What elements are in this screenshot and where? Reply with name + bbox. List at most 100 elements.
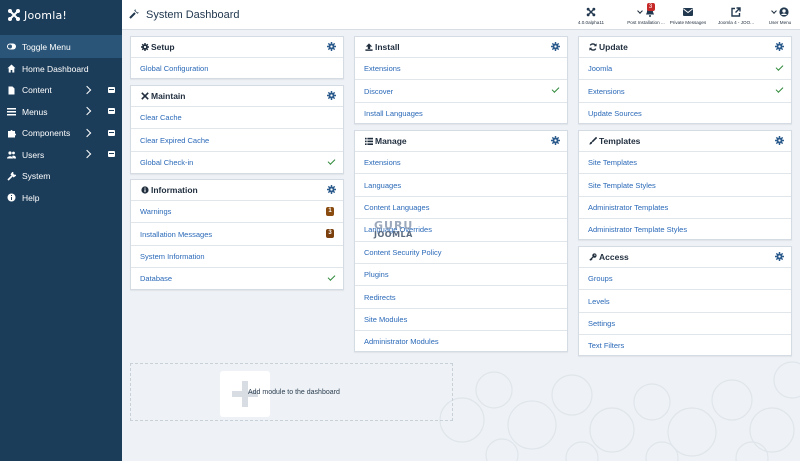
list-item[interactable]: Global Check-in: [131, 150, 343, 173]
gear-icon[interactable]: [551, 42, 560, 51]
sidebar-item-content[interactable]: Content: [0, 80, 122, 102]
private-messages-button[interactable]: Private Messages: [661, 6, 715, 25]
link-label: Discover: [364, 86, 394, 96]
chevron-right-icon[interactable]: [82, 149, 92, 159]
watermark-logo: GURU JOOMLA: [374, 219, 428, 241]
gear-icon[interactable]: [775, 42, 784, 51]
card-setup: Setup Global Configuration: [130, 36, 344, 79]
list-item[interactable]: System Information: [131, 244, 343, 267]
card-header: Install: [355, 37, 567, 57]
list-item[interactable]: Extensions: [579, 79, 791, 101]
link-label: Levels: [588, 296, 610, 306]
header-button-label: 4.0.0alpha11: [577, 20, 605, 25]
sidebar-item-home-dashboard[interactable]: Home Dashboard: [0, 58, 122, 80]
user-menu-button[interactable]: User Menu: [753, 6, 800, 25]
sidebar-item-label: Components: [22, 128, 71, 139]
link-label: Content Languages: [364, 202, 430, 212]
sidebar-item-label: Menus: [22, 106, 48, 117]
link-label: Extensions: [588, 86, 625, 96]
list-item[interactable]: Discover: [355, 79, 567, 101]
list-item[interactable]: Languages: [355, 173, 567, 195]
dashboard-icon[interactable]: [108, 129, 115, 136]
chevron-right-icon[interactable]: [82, 128, 92, 137]
card-update: Update Joomla Extensions Update Sources: [578, 36, 792, 124]
dashboard-icon[interactable]: [108, 108, 115, 114]
list-item[interactable]: Site Templates: [579, 151, 791, 173]
watermark-line: GURU: [374, 219, 414, 232]
dashboard-icon[interactable]: [108, 151, 115, 157]
list-item[interactable]: Global Configuration: [131, 57, 343, 79]
card-title: Templates: [599, 136, 641, 146]
add-module-dropzone[interactable]: Add module to the dashboard: [130, 363, 453, 421]
list-item[interactable]: Clear Expired Cache: [131, 128, 343, 150]
link-label: Administrator Modules: [364, 337, 439, 347]
list-item[interactable]: Levels: [579, 289, 791, 311]
installation-count-badge: 3: [326, 229, 334, 239]
sidebar-item-menus[interactable]: Menus: [0, 101, 122, 123]
sidebar-item-system[interactable]: System: [0, 166, 122, 188]
sidebar-item-label: Toggle Menu: [22, 41, 71, 52]
check-icon: [551, 85, 560, 94]
list-item[interactable]: Administrator Templates: [579, 195, 791, 218]
sidebar-item-toggle-menu[interactable]: Toggle Menu: [0, 35, 122, 58]
list-item[interactable]: Administrator Template Styles: [579, 218, 791, 240]
gear-icon[interactable]: [327, 42, 336, 51]
link-label: Extensions: [364, 158, 401, 168]
check-icon: [327, 273, 336, 282]
list-item[interactable]: Redirects: [355, 285, 567, 307]
external-link-icon: [731, 6, 741, 17]
link-label: Administrator Template Styles: [588, 225, 688, 235]
users-icon: [7, 150, 16, 159]
chevron-right-icon[interactable]: [82, 106, 92, 116]
list-item[interactable]: Extensions: [355, 151, 567, 173]
header-button-label: Private Messages: [669, 20, 707, 25]
card-title: Access: [599, 252, 629, 262]
dashboard-icon[interactable]: [108, 86, 115, 93]
user-icon: [770, 6, 789, 17]
gear-icon[interactable]: [327, 185, 336, 194]
list-item[interactable]: Text Filters: [579, 334, 791, 356]
sidebar-item-users[interactable]: Users: [0, 144, 122, 166]
link-label: Clear Cache: [140, 113, 182, 123]
list-item[interactable]: Content Languages: [355, 195, 567, 218]
list-item[interactable]: Extensions: [355, 57, 567, 79]
list-item[interactable]: Joomla: [579, 57, 791, 79]
list-item[interactable]: Install Languages: [355, 101, 567, 124]
link-label: Administrator Templates: [588, 202, 669, 212]
link-label: Languages: [364, 180, 402, 190]
list-item[interactable]: Groups: [579, 267, 791, 289]
card-title: Maintain: [151, 91, 186, 101]
home-icon: [7, 64, 16, 73]
brand[interactable]: Joomla!: [0, 0, 122, 30]
sidebar-item-components[interactable]: Components: [0, 123, 122, 145]
card-information: Information Warnings 1 Installation Messa…: [130, 179, 344, 290]
header-button-label: User Menu: [768, 20, 792, 25]
list-item[interactable]: Database: [131, 267, 343, 289]
wrench-icon: [7, 171, 16, 181]
gear-icon[interactable]: [775, 136, 784, 145]
list-item[interactable]: Content Security Policy: [355, 240, 567, 263]
list-item[interactable]: Update Sources: [579, 101, 791, 124]
list-item[interactable]: Warnings 1: [131, 200, 343, 222]
list-item[interactable]: Site Modules: [355, 307, 567, 330]
sidebar: Joomla! Toggle Menu Home Dashboard Conte…: [0, 0, 122, 461]
card-header: Information: [131, 180, 343, 200]
gear-icon[interactable]: [775, 252, 784, 261]
version-button[interactable]: 4.0.0alpha11: [564, 6, 618, 25]
list-item[interactable]: Site Template Styles: [579, 173, 791, 195]
chevron-right-icon[interactable]: [82, 85, 92, 94]
top-header: System Dashboard 4.0.0alpha11 3 Post Ins…: [122, 0, 800, 30]
gear-icon[interactable]: [327, 91, 336, 100]
card-access: Access Groups Levels Settings Text Filte…: [578, 246, 792, 356]
page-title-wrap: System Dashboard: [129, 8, 240, 21]
sidebar-item-label: System: [22, 171, 51, 182]
list-item[interactable]: Installation Messages 3: [131, 222, 343, 244]
sidebar-item-help[interactable]: Help: [0, 187, 122, 209]
list-item[interactable]: Settings: [579, 311, 791, 334]
list-item[interactable]: Plugins: [355, 262, 567, 285]
warning-count-badge: 1: [326, 207, 334, 216]
card-header: Access: [579, 247, 791, 267]
list-item[interactable]: Administrator Modules: [355, 330, 567, 352]
list-item[interactable]: Clear Cache: [131, 106, 343, 128]
gear-icon[interactable]: [551, 136, 560, 145]
